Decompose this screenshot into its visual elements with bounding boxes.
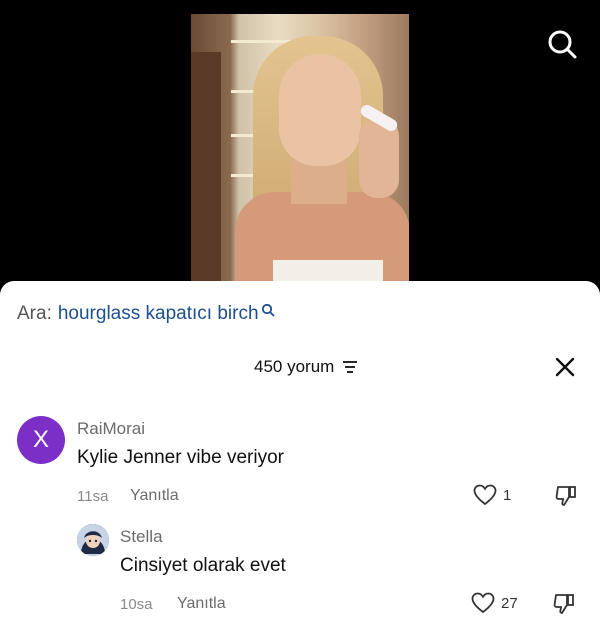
video-background-door <box>191 52 221 286</box>
comment-username[interactable]: Stella <box>120 527 163 547</box>
like-button[interactable]: 1 <box>473 484 511 506</box>
comment-count-label: 450 yorum <box>254 357 335 376</box>
video-area <box>0 0 600 300</box>
comment-text: Kylie Jenner vibe veriyor <box>77 447 284 468</box>
search-prefix-label: Ara: <box>17 303 52 324</box>
sort-icon[interactable] <box>342 360 358 374</box>
avatar-letter: X <box>32 426 49 453</box>
comment-time: 10sa <box>120 596 153 613</box>
video-person-face <box>279 54 361 166</box>
comment-username[interactable]: RaiMorai <box>77 419 145 439</box>
search-icon[interactable] <box>546 28 578 60</box>
comments-header: 450 yorum <box>0 357 600 381</box>
like-button[interactable]: 27 <box>471 592 518 614</box>
video-shelf <box>231 40 291 43</box>
reply-button[interactable]: Yanıtla <box>177 595 226 613</box>
avatar[interactable]: X <box>17 416 65 464</box>
close-icon[interactable] <box>554 356 576 378</box>
search-icon <box>261 303 274 317</box>
comment-count[interactable]: 450 yorum <box>254 357 358 377</box>
comment-text: Cinsiyet olarak evet <box>120 555 286 576</box>
comments-sheet: Ara: hourglass kapatıcı birch 450 yorum … <box>0 281 600 631</box>
comment-time: 11sa <box>77 488 109 505</box>
dislike-icon[interactable] <box>554 484 578 508</box>
heart-icon <box>473 484 497 506</box>
heart-icon <box>471 592 495 614</box>
reply-button[interactable]: Yanıtla <box>130 487 179 505</box>
avatar-image <box>77 524 109 556</box>
search-query-link[interactable]: hourglass kapatıcı birch <box>58 303 259 325</box>
dislike-icon[interactable] <box>552 592 576 616</box>
video-player[interactable] <box>191 14 409 286</box>
like-count: 1 <box>503 486 512 504</box>
like-count: 27 <box>501 594 518 612</box>
search-suggestion[interactable]: Ara: hourglass kapatıcı birch <box>17 303 275 325</box>
avatar[interactable] <box>77 524 109 556</box>
